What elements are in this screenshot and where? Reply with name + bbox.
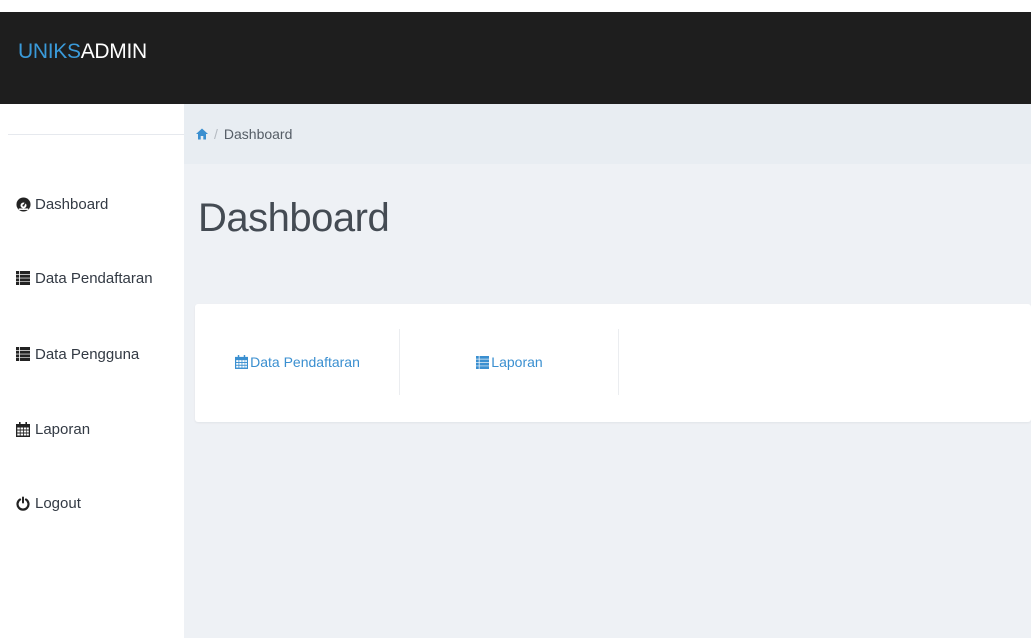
dashboard-icon	[15, 196, 31, 212]
card-column-2: Laporan	[400, 329, 619, 395]
sidebar-item-logout[interactable]: Logout	[15, 492, 81, 514]
card-column-1: Data Pendaftaran	[195, 329, 400, 395]
quick-links-card: Data Pendaftaran Laporan	[195, 304, 1031, 422]
list-icon	[15, 270, 31, 286]
breadcrumb-separator: /	[214, 126, 218, 142]
sidebar-item-data-pendaftaran[interactable]: Data Pendaftaran	[15, 267, 153, 289]
card-link-data-pendaftaran[interactable]: Data Pendaftaran	[234, 354, 360, 370]
power-icon	[15, 495, 31, 511]
main-content: / Dashboard Dashboard Data Pendaftaran L…	[184, 104, 1031, 638]
breadcrumb-current: Dashboard	[223, 126, 293, 142]
page-title: Dashboard	[198, 196, 390, 240]
card-link-label: Laporan	[491, 354, 543, 370]
sidebar-item-laporan[interactable]: Laporan	[15, 418, 90, 440]
list-icon	[15, 346, 31, 362]
sidebar-item-label: Data Pengguna	[35, 345, 140, 363]
brand-logo[interactable]: UNIKSADMIN	[18, 40, 147, 64]
sidebar-item-label: Dashboard	[35, 195, 109, 213]
top-navbar: UNIKSADMIN	[0, 12, 1031, 104]
home-icon[interactable]	[196, 128, 208, 140]
sidebar-item-label: Logout	[35, 494, 81, 512]
brand-part-1: UNIKS	[18, 40, 81, 63]
sidebar-item-label: Data Pendaftaran	[35, 269, 153, 287]
sidebar-item-label: Laporan	[35, 420, 91, 438]
breadcrumb: / Dashboard	[184, 104, 1031, 164]
list-icon	[475, 355, 489, 369]
calendar-icon	[234, 355, 248, 369]
sidebar: Dashboard Data Pendaftaran Data Pengguna…	[0, 104, 184, 638]
sidebar-divider	[8, 134, 184, 135]
calendar-icon	[15, 421, 31, 437]
brand-part-2: ADMIN	[80, 40, 147, 63]
card-link-label: Data Pendaftaran	[250, 354, 360, 370]
sidebar-item-dashboard[interactable]: Dashboard	[15, 193, 108, 215]
sidebar-item-data-pengguna[interactable]: Data Pengguna	[15, 343, 139, 365]
card-link-laporan[interactable]: Laporan	[475, 354, 543, 370]
